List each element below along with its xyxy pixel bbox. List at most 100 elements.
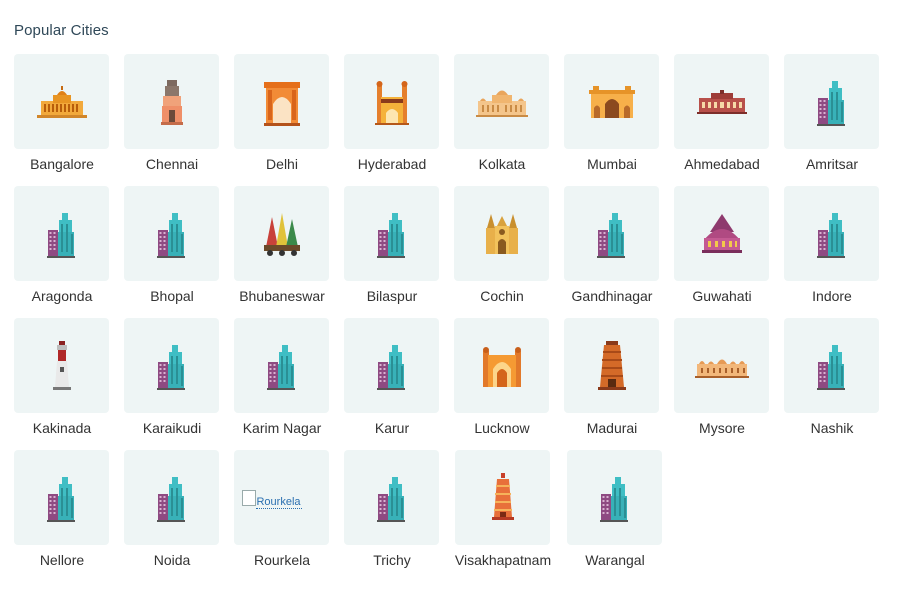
city-card-nashik[interactable]: Nashik	[784, 318, 879, 436]
cochin-church-icon	[483, 212, 521, 256]
chennai-temple-icon	[159, 78, 185, 126]
city-tile[interactable]	[674, 186, 769, 281]
city-tile[interactable]	[564, 186, 659, 281]
city-card-delhi[interactable]: Delhi	[234, 54, 329, 172]
city-card-amritsar[interactable]: Amritsar	[784, 54, 879, 172]
section-title: Popular Cities	[14, 22, 109, 39]
city-name: Karur	[374, 420, 410, 436]
city-card-bilaspur[interactable]: Bilaspur	[344, 186, 439, 304]
city-tile[interactable]	[124, 450, 219, 545]
city-card-madurai[interactable]: Madurai	[564, 318, 659, 436]
city-tile[interactable]: Rourkela	[234, 450, 329, 545]
city-card-nellore[interactable]: Nellore	[14, 450, 109, 568]
city-tile[interactable]	[344, 318, 439, 413]
city-name: Gandhinagar	[571, 288, 653, 304]
city-tile[interactable]	[455, 450, 550, 545]
city-tile[interactable]	[124, 318, 219, 413]
city-name: Nashik	[810, 420, 854, 436]
city-tile[interactable]	[567, 450, 662, 545]
city-tile[interactable]	[784, 54, 879, 149]
city-card-lucknow[interactable]: Lucknow	[454, 318, 549, 436]
city-tile[interactable]	[784, 186, 879, 281]
generic-building-icon	[816, 78, 847, 126]
city-name: Bilaspur	[366, 288, 418, 304]
city-tile[interactable]	[344, 186, 439, 281]
city-tile[interactable]	[564, 318, 659, 413]
jagannath-temple-icon	[262, 211, 302, 257]
city-tile[interactable]	[564, 54, 659, 149]
city-tile[interactable]	[784, 318, 879, 413]
city-card-bhubaneswar[interactable]: Bhubaneswar	[234, 186, 329, 304]
city-card-chennai[interactable]: Chennai	[124, 54, 219, 172]
city-card-rourkela[interactable]: Rourkela Rourkela	[234, 450, 329, 568]
city-card-guwahati[interactable]: Guwahati	[674, 186, 769, 304]
city-name: Kolkata	[478, 156, 526, 172]
city-row: Aragonda Bhopal Bhubaneswar Bilaspur Coc…	[14, 186, 894, 318]
city-tile[interactable]	[14, 318, 109, 413]
generic-building-icon	[46, 474, 77, 522]
city-name: Hyderabad	[357, 156, 427, 172]
generic-building-icon	[596, 210, 627, 258]
city-card-mysore[interactable]: Mysore	[674, 318, 769, 436]
city-tile[interactable]	[124, 54, 219, 149]
city-name: Trichy	[373, 552, 411, 568]
city-name: Aragonda	[31, 288, 93, 304]
city-tile[interactable]	[674, 54, 769, 149]
city-tile[interactable]	[14, 450, 109, 545]
generic-building-icon	[156, 210, 187, 258]
city-name: Bangalore	[30, 156, 94, 172]
city-name: Bhopal	[150, 288, 194, 304]
city-card-visakhapatnam[interactable]: Visakhapatnam	[455, 450, 551, 568]
city-card-bangalore[interactable]: Bangalore	[14, 54, 109, 172]
city-card-kolkata[interactable]: Kolkata	[454, 54, 549, 172]
generic-building-icon	[376, 342, 407, 390]
generic-building-icon	[599, 474, 630, 522]
city-tile[interactable]	[14, 54, 109, 149]
city-grid: Bangalore Chennai Delhi Hyderabad Kolkat…	[14, 54, 894, 582]
city-card-warangal[interactable]: Warangal	[567, 450, 662, 568]
broken-image-icon: Rourkela	[241, 489, 302, 512]
city-card-karim-nagar[interactable]: Karim Nagar	[234, 318, 329, 436]
city-row: Kakinada Karaikudi Karim Nagar Karur Luc…	[14, 318, 894, 450]
city-card-kakinada[interactable]: Kakinada	[14, 318, 109, 436]
city-tile[interactable]	[454, 54, 549, 149]
city-card-bhopal[interactable]: Bhopal	[124, 186, 219, 304]
city-name: Noida	[153, 552, 191, 568]
city-tile[interactable]	[124, 186, 219, 281]
vidhana-soudha-icon	[36, 85, 87, 119]
city-card-karaikudi[interactable]: Karaikudi	[124, 318, 219, 436]
city-card-cochin[interactable]: Cochin	[454, 186, 549, 304]
india-gate-icon	[263, 78, 300, 126]
city-card-mumbai[interactable]: Mumbai	[564, 54, 659, 172]
city-name: Rourkela	[253, 552, 311, 568]
city-tile[interactable]	[234, 186, 329, 281]
city-card-trichy[interactable]: Trichy	[344, 450, 439, 568]
lucknow-gate-icon	[481, 343, 523, 389]
city-card-indore[interactable]: Indore	[784, 186, 879, 304]
city-name: Kakinada	[32, 420, 92, 436]
city-tile[interactable]	[234, 54, 329, 149]
city-card-gandhinagar[interactable]: Gandhinagar	[564, 186, 659, 304]
city-tile[interactable]	[344, 54, 439, 149]
lighthouse-icon	[51, 340, 73, 391]
city-name: Warangal	[585, 552, 645, 568]
city-name: Karim Nagar	[242, 420, 322, 436]
city-tile[interactable]	[234, 318, 329, 413]
city-name: Madurai	[586, 420, 638, 436]
victoria-memorial-icon	[475, 87, 528, 117]
city-card-aragonda[interactable]: Aragonda	[14, 186, 109, 304]
city-card-hyderabad[interactable]: Hyderabad	[344, 54, 439, 172]
city-row: Bangalore Chennai Delhi Hyderabad Kolkat…	[14, 54, 894, 186]
city-tile[interactable]	[454, 318, 549, 413]
city-tile[interactable]	[674, 318, 769, 413]
city-tile[interactable]	[454, 186, 549, 281]
city-name: Mumbai	[587, 156, 637, 172]
broken-image-alt-text: Rourkela	[255, 495, 302, 509]
city-card-ahmedabad[interactable]: Ahmedabad	[674, 54, 769, 172]
city-tile[interactable]	[344, 450, 439, 545]
gopuram-icon	[594, 340, 630, 391]
city-name: Ahmedabad	[684, 156, 760, 172]
city-card-karur[interactable]: Karur	[344, 318, 439, 436]
city-card-noida[interactable]: Noida	[124, 450, 219, 568]
city-tile[interactable]	[14, 186, 109, 281]
